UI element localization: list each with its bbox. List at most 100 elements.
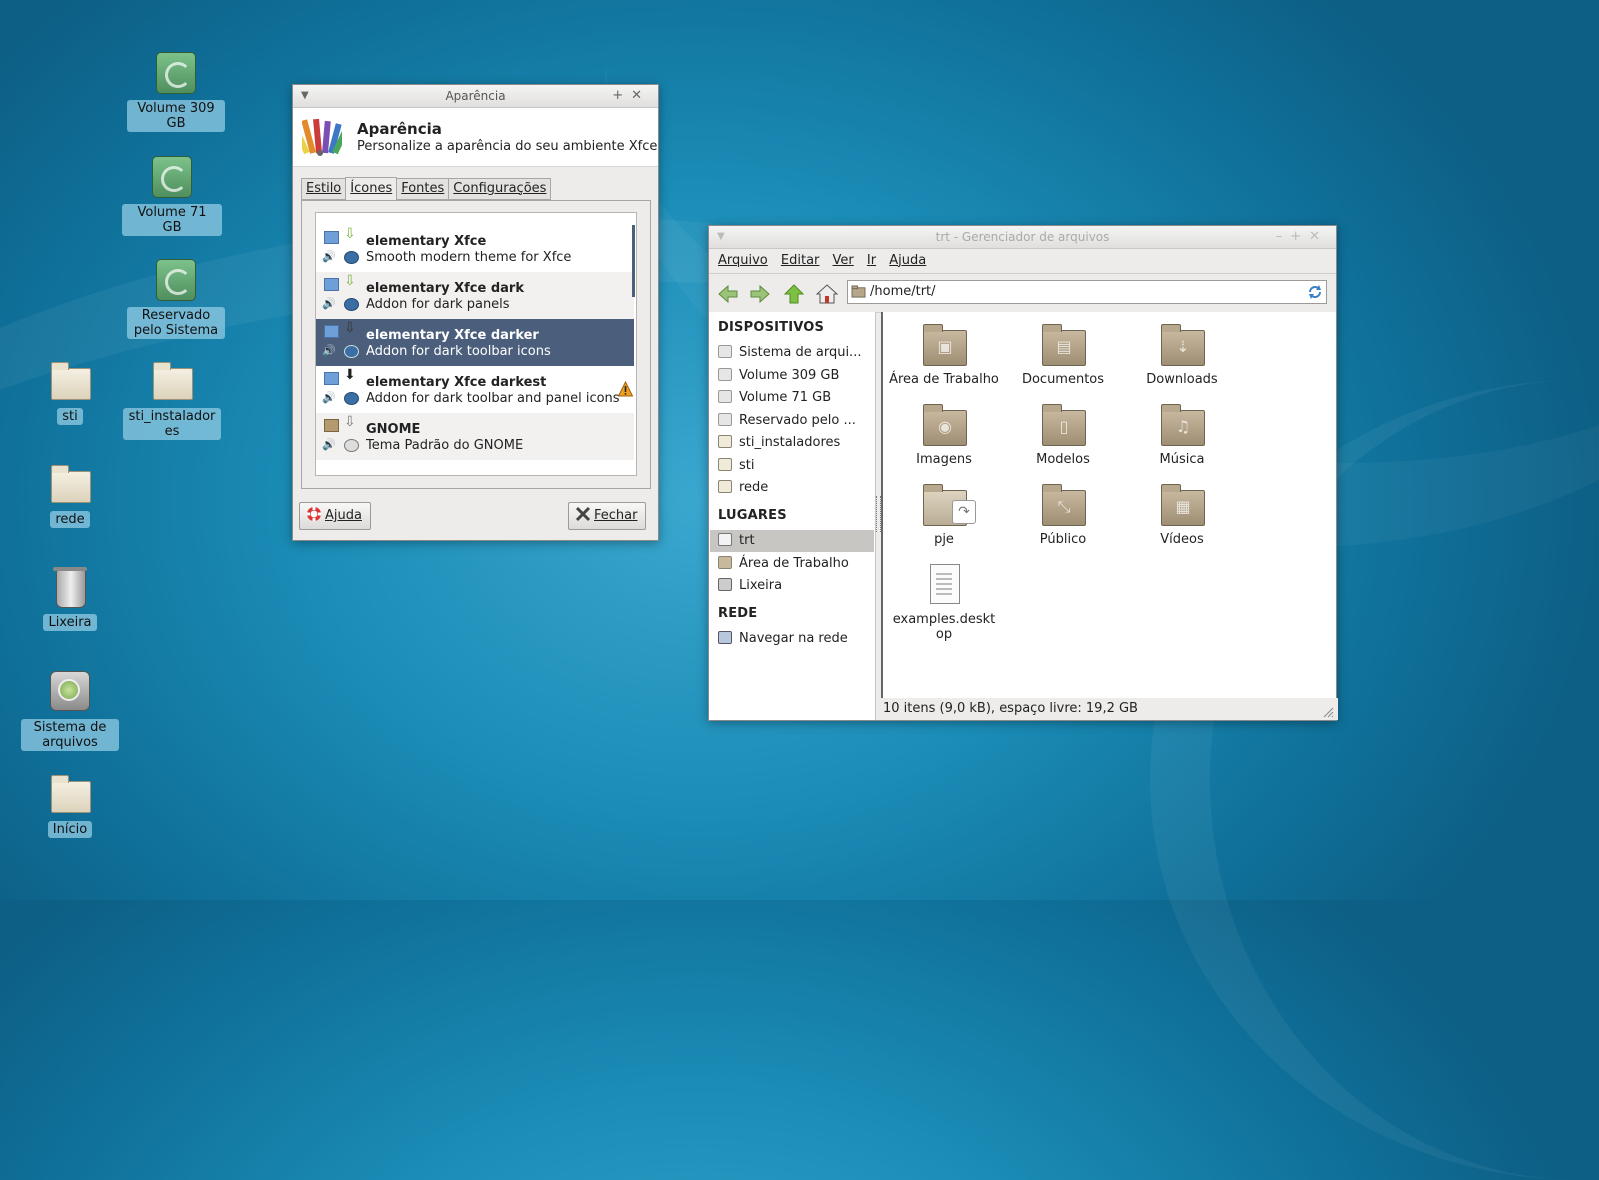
public-folder-icon: ⤡ (1042, 484, 1086, 526)
tab-fontes[interactable]: Fontes (396, 178, 450, 200)
sidebar-item-rede[interactable]: rede (718, 477, 872, 499)
file-item-musica[interactable]: ♫ Música (1123, 402, 1241, 467)
appearance-title: Aparência (357, 120, 442, 138)
minimize-icon[interactable]: – (1276, 229, 1291, 244)
sidebar-header-places: LUGARES (718, 508, 787, 523)
list-item[interactable]: ⬇ 🔊 elementary Xfce darkest Addon for da… (316, 366, 634, 413)
sidebar-item-trt[interactable]: trt (710, 530, 874, 552)
theme-name: elementary Xfce (366, 234, 487, 249)
menu-editar[interactable]: Editar (781, 253, 820, 268)
forward-arrow-icon[interactable] (749, 283, 771, 305)
desktop-icon-label: Reservado pelo Sistema (127, 307, 225, 339)
drive-icon (718, 390, 732, 403)
desktop-icon-volume-71[interactable]: Volume 71 GB (122, 154, 222, 236)
file-item-videos[interactable]: ▦ Vídeos (1123, 482, 1241, 547)
list-item-selected[interactable]: ⇩ 🔊 elementary Xfce darker Addon for dar… (316, 319, 634, 366)
browser-icon (344, 392, 359, 405)
download-arrow-icon: ⇩ (344, 226, 356, 242)
tab-icones[interactable]: Ícones (345, 177, 398, 201)
list-item[interactable]: ⇩ 🔊 GNOME Tema Padrão do GNOME (316, 413, 634, 460)
sidebar-item-volume-71[interactable]: Volume 71 GB (718, 387, 872, 409)
sidebar-item-sistema[interactable]: Sistema de arqui... (718, 342, 872, 364)
sidebar-item-label: Reservado pelo ... (739, 413, 856, 428)
icon-theme-list[interactable]: ⇩ 🔊 elementary Xfce Smooth modern theme … (315, 212, 637, 476)
theme-name: elementary Xfce darkest (366, 375, 547, 390)
file-name: examples.desktop (892, 612, 996, 642)
folder-icon (718, 458, 732, 471)
sidebar-item-sti-instaladores[interactable]: sti_instaladores (718, 432, 872, 454)
list-item[interactable]: ⇩ 🔊 elementary Xfce dark Addon for dark … (316, 272, 634, 319)
sidebar-item-area-de-trabalho[interactable]: Área de Trabalho (718, 553, 872, 575)
sidebar-item-navegar-na-rede[interactable]: Navegar na rede (718, 628, 872, 650)
sidebar-item-label: sti (739, 458, 755, 473)
desktop-icon-rede[interactable]: rede (20, 463, 120, 528)
desktop-icon-inicio[interactable]: Início (20, 773, 120, 838)
file-item-downloads[interactable]: ⇣ Downloads (1123, 322, 1241, 387)
desktop-icon-sti[interactable]: sti (20, 360, 120, 425)
list-scrollbar[interactable] (632, 225, 635, 297)
desktop-icon-sistema-de-arquivos[interactable]: Sistema de arquivos (20, 669, 120, 751)
sidebar-item-reservado[interactable]: Reservado pelo ... (718, 410, 872, 432)
appearance-titlebar[interactable]: ▼ Aparência +✕ (293, 85, 658, 108)
file-name: Área de Trabalho (889, 372, 999, 387)
sidebar-item-label: sti_instaladores (739, 435, 841, 450)
theme-description: Addon for dark toolbar icons (366, 344, 551, 359)
tab-configuracoes[interactable]: Configurações (448, 178, 552, 200)
file-item-pje[interactable]: ↷ pje (885, 482, 1003, 547)
download-arrow-icon: ⇩ (344, 414, 356, 430)
menu-ver[interactable]: Ver (833, 253, 854, 268)
desktop-icon-lixeira[interactable]: Lixeira (20, 566, 120, 631)
folder-icon (324, 419, 339, 432)
file-name: Documentos (1021, 372, 1105, 387)
list-item[interactable]: ⇩ 🔊 elementary Xfce Smooth modern theme … (316, 225, 634, 272)
hard-disk-icon (50, 671, 90, 711)
sidebar-item-sti[interactable]: sti (718, 455, 872, 477)
file-view[interactable]: ▣ Área de Trabalho ▤ Documentos ⇣ Downlo… (881, 312, 1336, 698)
file-item-documentos[interactable]: ▤ Documentos (1004, 322, 1122, 387)
folder-icon (718, 435, 732, 448)
window-menu-icon[interactable]: ▼ (301, 85, 309, 107)
file-name: Música (1159, 452, 1205, 467)
tab-estilo[interactable]: Estilo (301, 178, 347, 200)
menu-ajuda[interactable]: Ajuda (889, 253, 926, 268)
up-arrow-icon[interactable] (783, 283, 805, 305)
hard-disk-icon (718, 345, 732, 358)
network-icon (718, 631, 732, 644)
menu-arquivo[interactable]: Arquivo (718, 253, 768, 268)
close-icon[interactable]: ✕ (1309, 229, 1328, 244)
file-item-publico[interactable]: ⤡ Público (1004, 482, 1122, 547)
help-button[interactable]: Ajuda (299, 502, 371, 530)
desktop-icon-sti-instaladores[interactable]: sti_instaladores (122, 360, 222, 440)
location-bar[interactable]: /home/trt/ (847, 280, 1327, 304)
sidebar-header-network: REDE (718, 606, 758, 621)
warning-icon (617, 381, 634, 397)
reload-icon[interactable] (1307, 284, 1323, 300)
file-item-area-de-trabalho[interactable]: ▣ Área de Trabalho (885, 322, 1003, 387)
menu-ir[interactable]: Ir (867, 253, 876, 268)
desktop-icon-reservado[interactable]: Reservado pelo Sistema (126, 257, 226, 339)
home-icon[interactable] (816, 283, 838, 305)
desktop-icon-label: Volume 309 GB (127, 100, 225, 132)
desktop-icon-volume-309[interactable]: Volume 309 GB (126, 50, 226, 132)
folder-icon (51, 775, 91, 813)
close-icon[interactable]: ✕ (631, 88, 650, 103)
file-item-imagens[interactable]: ◉ Imagens (885, 402, 1003, 467)
desktop-folder-icon: ▣ (923, 324, 967, 366)
close-button[interactable]: Fechar (568, 502, 647, 530)
sidebar-item-label: Área de Trabalho (739, 556, 849, 571)
window-menu-icon[interactable]: ▼ (717, 226, 725, 248)
appearance-window: ▼ Aparência +✕ Aparência Personalize a a… (292, 84, 659, 541)
maximize-icon[interactable]: + (1290, 229, 1309, 244)
volume-icon: 🔊 (322, 391, 336, 404)
sidebar-item-label: trt (739, 533, 755, 548)
resize-grip-icon[interactable] (1322, 706, 1334, 718)
trash-icon (53, 567, 87, 608)
theme-description: Tema Padrão do GNOME (366, 438, 524, 453)
file-item-examples-desktop[interactable]: examples.desktop (885, 562, 1003, 642)
back-arrow-icon[interactable] (717, 283, 739, 305)
maximize-icon[interactable]: + (612, 88, 631, 103)
file-item-modelos[interactable]: ▯ Modelos (1004, 402, 1122, 467)
sidebar-item-lixeira[interactable]: Lixeira (718, 575, 872, 597)
sidebar-item-volume-309[interactable]: Volume 309 GB (718, 365, 872, 387)
file-manager-titlebar[interactable]: ▼ trt - Gerenciador de arquivos –+✕ (709, 226, 1336, 249)
